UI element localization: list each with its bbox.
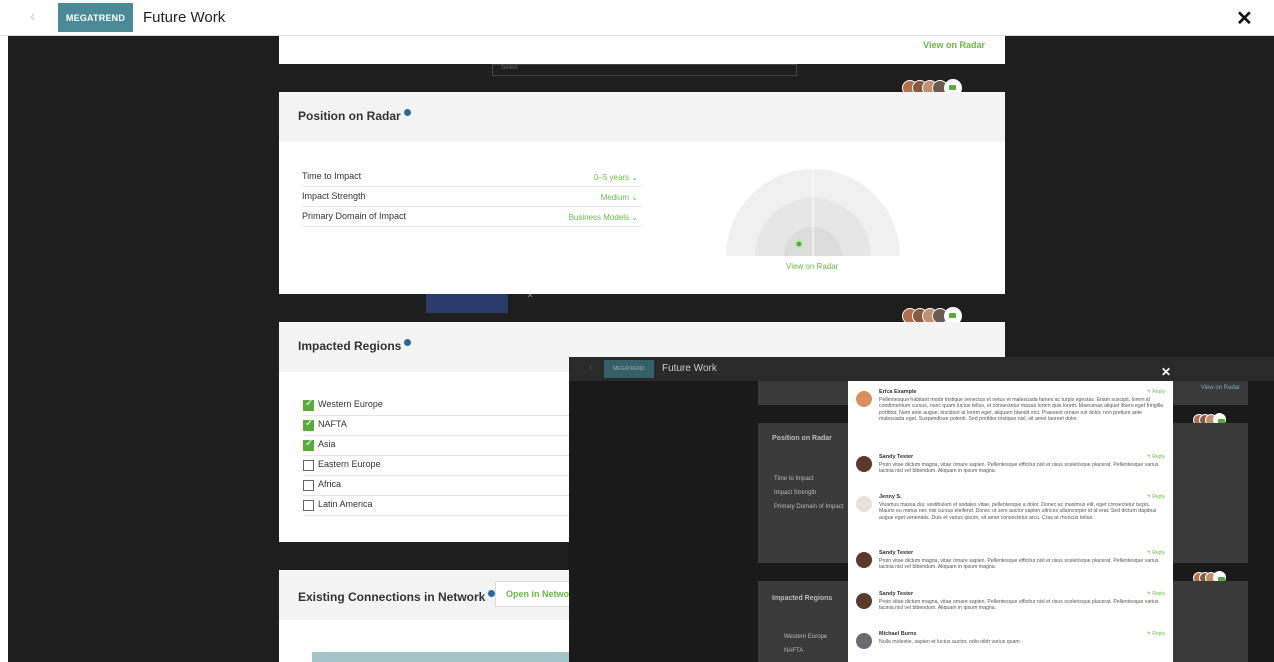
avatar — [856, 391, 872, 407]
image-thumbnail — [426, 294, 508, 313]
checkbox[interactable] — [303, 438, 314, 451]
info-icon[interactable] — [404, 339, 412, 346]
view-on-radar-link[interactable]: View on Radar — [923, 40, 985, 50]
reply-link[interactable]: ↰ Reply — [1147, 591, 1165, 597]
checkbox[interactable] — [303, 418, 314, 431]
checkbox[interactable] — [303, 500, 314, 511]
card-title: Existing Connections in Network — [298, 590, 496, 604]
radar-row[interactable]: Impact Strength Medium ⌄ — [302, 187, 642, 207]
chevron-up-icon[interactable]: ^ — [528, 292, 532, 302]
card-title: Impacted Regions — [298, 339, 412, 353]
ghost-select: Select — [492, 64, 797, 76]
radar-chart[interactable] — [726, 113, 901, 258]
back-icon[interactable]: ‹ — [589, 362, 592, 373]
network-preview — [312, 652, 572, 662]
checkbox[interactable] — [303, 460, 314, 471]
close-icon[interactable]: ✕ — [1161, 365, 1171, 379]
megatrend-badge: MEGATREND — [58, 3, 133, 32]
back-icon[interactable]: ‹ — [30, 8, 35, 26]
comments-overlay: ‹ MEGATREND Future Work ✕ View on Radar … — [569, 357, 1274, 662]
dropdown-value[interactable]: 0–5 years ⌄ — [594, 173, 638, 182]
radar-row[interactable]: Primary Domain of Impact Business Models … — [302, 207, 642, 227]
close-icon[interactable]: ✕ — [1236, 6, 1253, 31]
region-checkbox[interactable]: NAFTA — [303, 416, 603, 436]
checkbox[interactable] — [303, 480, 314, 491]
top-bar: ‹ MEGATREND Future Work ✕ — [0, 0, 1274, 36]
open-in-network-button[interactable]: Open in Netwo — [495, 581, 580, 607]
avatar — [856, 496, 872, 512]
comments-popup: Erica Example ↰ Reply Pellentesque habit… — [848, 381, 1173, 662]
reply-link[interactable]: ↰ Reply — [1147, 631, 1165, 637]
view-on-radar-link[interactable]: View on Radar — [786, 262, 838, 271]
dropdown-value[interactable]: Medium ⌄ — [601, 193, 638, 202]
page-title: Future Work — [143, 9, 226, 26]
avatar — [856, 456, 872, 472]
radar-row[interactable]: Time to Impact 0–5 years ⌄ — [302, 167, 642, 187]
top-card: View on Radar — [279, 36, 1005, 64]
dropdown-value[interactable]: Business Models ⌄ — [569, 213, 638, 222]
region-checkbox[interactable]: Africa — [303, 476, 603, 496]
avatar — [856, 633, 872, 649]
checkbox[interactable] — [303, 398, 314, 411]
reply-link[interactable]: ↰ Reply — [1147, 550, 1165, 556]
avatar — [856, 593, 872, 609]
overlay-top-bar: ‹ MEGATREND Future Work ✕ — [569, 357, 1274, 381]
overlay-title: Future Work — [662, 363, 717, 374]
reply-link[interactable]: ↰ Reply — [1147, 389, 1165, 395]
region-checkbox[interactable]: Latin America — [303, 496, 603, 516]
position-on-radar-card: Position on Radar Time to Impact 0–5 year… — [279, 92, 1005, 294]
reply-link[interactable]: ↰ Reply — [1147, 454, 1165, 460]
region-checkbox[interactable]: Asia — [303, 436, 603, 456]
reply-link[interactable]: ↰ Reply — [1147, 494, 1165, 500]
card-title: Position on Radar — [298, 109, 411, 123]
info-icon[interactable] — [403, 109, 411, 116]
region-checkbox[interactable]: Western Europe — [303, 396, 603, 416]
avatar — [856, 552, 872, 568]
megatrend-badge: MEGATREND — [604, 360, 654, 378]
region-checkbox[interactable]: Eastern Europe — [303, 456, 603, 476]
left-edge — [0, 36, 8, 662]
